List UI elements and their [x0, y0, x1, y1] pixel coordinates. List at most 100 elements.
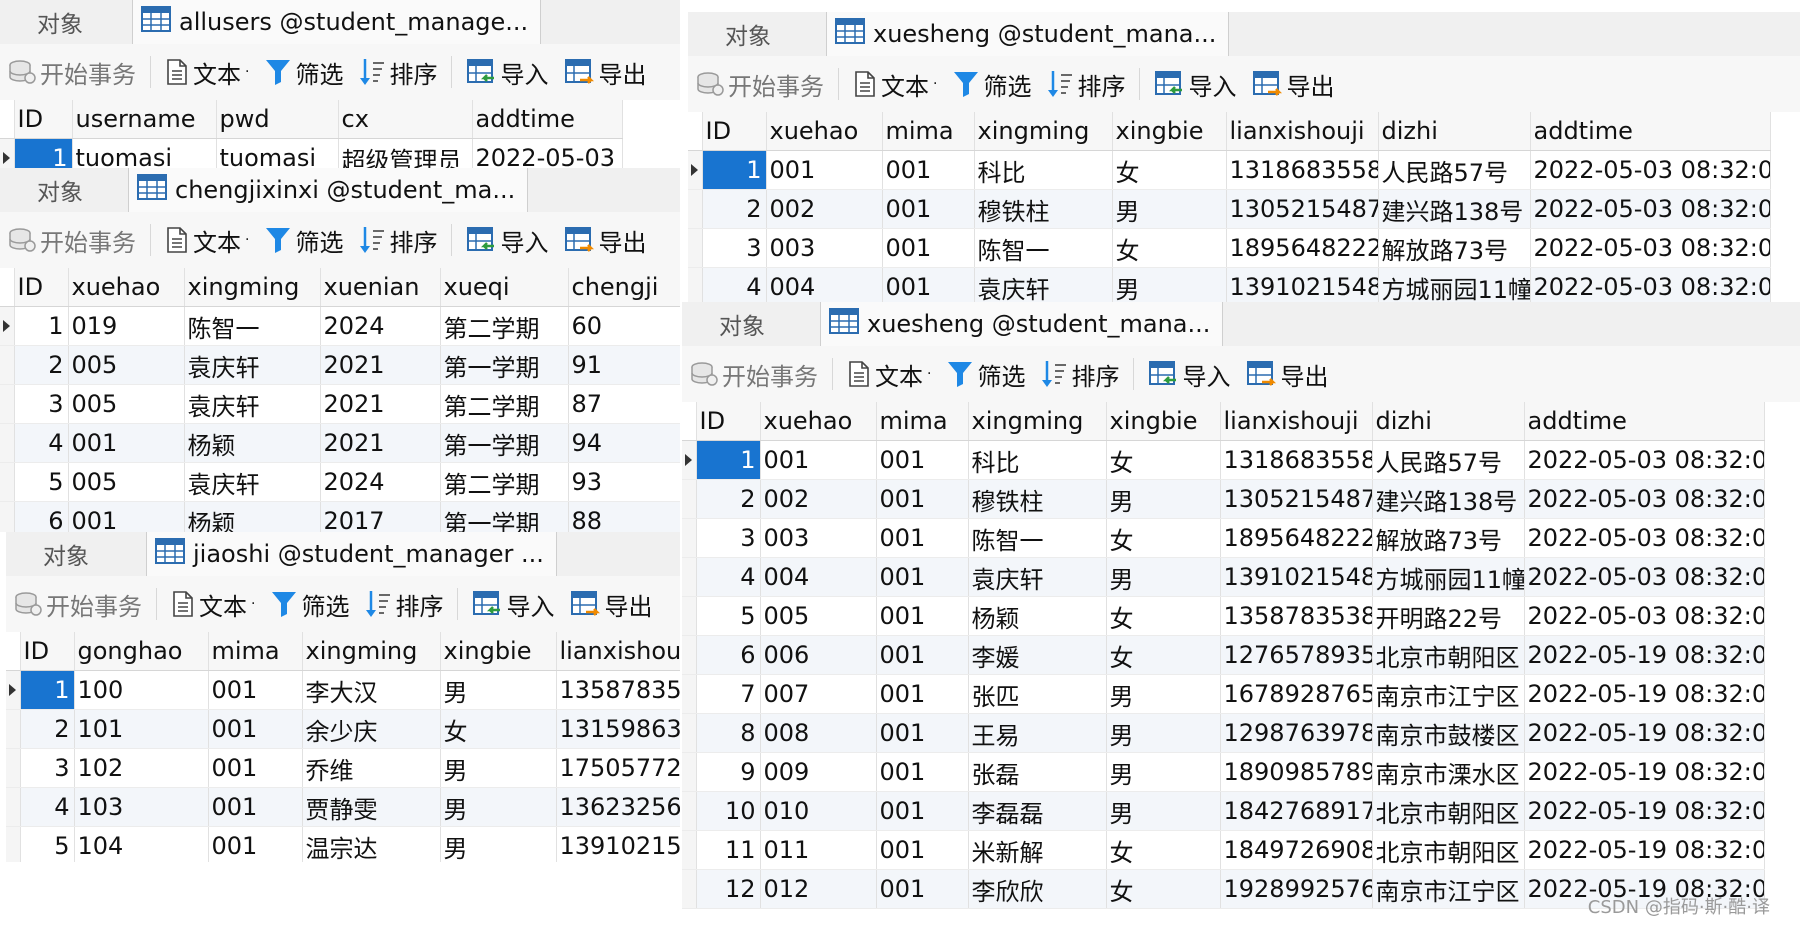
table-row[interactable]: 6006001李媛女12765789352北京市朝阳区2022-05-19 08… — [682, 635, 1765, 675]
cell-dizhi[interactable]: 南京市溧水区 — [1372, 752, 1525, 792]
cell-xingming[interactable]: 科比 — [974, 150, 1113, 190]
cell-id[interactable]: 1 — [702, 150, 767, 190]
tab-jiaoshi[interactable]: jiaoshi @student_manager ... — [146, 532, 557, 576]
cell-xingbie[interactable]: 男 — [440, 787, 557, 827]
cell-xingbie[interactable]: 男 — [1112, 189, 1227, 229]
table-row[interactable]: 8008001王易男12987639789南京市鼓楼区2022-05-19 08… — [682, 713, 1765, 753]
cell-xuehao[interactable]: 001 — [68, 501, 185, 532]
cell-xingming[interactable]: 王易 — [968, 713, 1107, 753]
column-header-xingming[interactable]: xingming — [974, 112, 1113, 151]
cell-mima[interactable]: 001 — [876, 596, 969, 636]
filter-button[interactable]: 筛选 — [257, 218, 351, 262]
cell-id[interactable]: 1 — [20, 670, 75, 710]
export-button[interactable]: 导出 — [556, 218, 654, 262]
cell-xingbie[interactable]: 女 — [1106, 635, 1221, 675]
import-button[interactable]: 导入 — [464, 582, 562, 626]
cell-cx[interactable]: 超级管理员 — [338, 138, 473, 168]
row-selector[interactable] — [688, 189, 703, 229]
cell-mima[interactable]: 001 — [208, 670, 303, 710]
cell-xuehao[interactable]: 001 — [68, 423, 185, 463]
cell-lianxishouji[interactable]: 16789287654 — [1220, 674, 1373, 714]
row-selector[interactable] — [682, 518, 697, 558]
cell-xuehao[interactable]: 010 — [760, 791, 877, 831]
cell-xuehao[interactable]: 012 — [760, 869, 877, 909]
cell-xingming[interactable]: 李大汉 — [302, 670, 441, 710]
column-header-pwd[interactable]: pwd — [216, 100, 339, 139]
table-row[interactable]: 10010001李磊磊男18427689171北京市朝阳区2022-05-19 … — [682, 791, 1765, 831]
cell-id[interactable]: 2 — [20, 709, 75, 749]
table-row[interactable]: 1 019 陈智一 2024 第二学期 60 — [0, 306, 680, 346]
cell-xingming[interactable]: 余少庆 — [302, 709, 441, 749]
cell-xingming[interactable]: 张匹 — [968, 674, 1107, 714]
export-button[interactable]: 导出 — [562, 582, 660, 626]
row-selector[interactable] — [6, 709, 21, 749]
cell-lianxishouji[interactable]: 13587835380 — [1220, 596, 1373, 636]
cell-lianxishouji[interactable]: 18427689171 — [1220, 791, 1373, 831]
cell-id[interactable]: 2 — [702, 189, 767, 229]
cell-mima[interactable]: 001 — [876, 713, 969, 753]
table-row[interactable]: 1 tuomasi tuomasi 超级管理员 2022-05-03 0 — [0, 138, 623, 168]
cell-addtime[interactable]: 2022-05-19 08:32:00 — [1524, 713, 1765, 753]
table-row[interactable]: 2 101 001 余少庆女 13159863 — [6, 709, 680, 749]
cell-id[interactable]: 3 — [20, 748, 75, 788]
cell-xuehao[interactable]: 005 — [68, 462, 185, 502]
table-row[interactable]: 11011001米新解女18497269081北京市朝阳区2022-05-19 … — [682, 830, 1765, 870]
cell-xingbie[interactable]: 女 — [1106, 440, 1221, 480]
cell-xingming[interactable]: 袁庆轩 — [974, 267, 1113, 302]
column-header-username[interactable]: username — [72, 100, 217, 139]
cell-xingming[interactable]: 张磊 — [968, 752, 1107, 792]
row-selector[interactable] — [0, 384, 15, 424]
cell-dizhi[interactable]: 解放路73号 — [1378, 228, 1531, 268]
column-header-id[interactable]: ID — [14, 100, 73, 139]
cell-xuenian[interactable]: 2021 — [320, 423, 441, 463]
column-header-id[interactable]: ID — [702, 112, 767, 151]
row-selector[interactable] — [682, 869, 697, 909]
cell-xingming[interactable]: 袁庆轩 — [968, 557, 1107, 597]
cell-id[interactable]: 6 — [14, 501, 69, 532]
cell-xingbie[interactable]: 男 — [1106, 557, 1221, 597]
cell-xuenian[interactable]: 2024 — [320, 306, 441, 346]
column-header-xuehao[interactable]: xuehao — [766, 112, 883, 151]
cell-xingbie[interactable]: 男 — [1106, 752, 1221, 792]
cell-addtime[interactable]: 2022-05-03 08:32:06 — [1524, 557, 1765, 597]
cell-addtime[interactable]: 2022-05-03 08:32:06 — [1524, 518, 1765, 558]
cell-xingbie[interactable]: 男 — [1106, 713, 1221, 753]
cell-xueqi[interactable]: 第一学期 — [440, 423, 569, 463]
column-header-addtime[interactable]: addtime — [1524, 402, 1765, 441]
cell-dizhi[interactable]: 北京市朝阳区 — [1372, 635, 1525, 675]
text-button[interactable]: 文本 · — [839, 352, 939, 396]
cell-mima[interactable]: 001 — [208, 787, 303, 827]
cell-xuehao[interactable]: 005 — [68, 345, 185, 385]
column-header-addtime[interactable]: addtime — [1530, 112, 1771, 151]
cell-dizhi[interactable]: 建兴路138号 — [1378, 189, 1531, 229]
cell-xingming[interactable]: 袁庆轩 — [184, 345, 321, 385]
cell-xuehao[interactable]: 008 — [760, 713, 877, 753]
cell-addtime[interactable]: 2022-05-03 08:32:06 — [1524, 440, 1765, 480]
filter-button[interactable]: 筛选 — [257, 50, 351, 94]
cell-id[interactable]: 10 — [696, 791, 761, 831]
cell-mima[interactable]: 001 — [876, 674, 969, 714]
cell-xuehao[interactable]: 004 — [766, 267, 883, 302]
cell-xuehao[interactable]: 005 — [760, 596, 877, 636]
begin-transaction-button[interactable]: 开始事务 — [0, 50, 144, 94]
cell-lianxishouji[interactable]: 13186835580 — [1220, 440, 1373, 480]
cell-chengji[interactable]: 94 — [568, 423, 680, 463]
cell-lianxishouji[interactable]: 12765789352 — [1220, 635, 1373, 675]
cell-xingming[interactable]: 米新解 — [968, 830, 1107, 870]
import-button[interactable]: 导入 — [1140, 352, 1238, 396]
cell-id[interactable]: 2 — [14, 345, 69, 385]
cell-mima[interactable]: 001 — [876, 557, 969, 597]
cell-xingming[interactable]: 陈智一 — [974, 228, 1113, 268]
current-row-indicator[interactable] — [688, 150, 703, 190]
table-row[interactable]: 1001001科比女13186835580人民路57号2022-05-03 08… — [688, 150, 1771, 190]
cell-xuehao[interactable]: 003 — [766, 228, 883, 268]
cell-id[interactable]: 1 — [14, 306, 69, 346]
cell-lianxishouji[interactable]: 18497269081 — [1220, 830, 1373, 870]
cell-chengji[interactable]: 91 — [568, 345, 680, 385]
cell-dizhi[interactable]: 建兴路138号 — [1372, 479, 1525, 519]
row-selector[interactable] — [682, 830, 697, 870]
cell-addtime[interactable]: 2022-05-19 08:32:00 — [1524, 791, 1765, 831]
cell-mima[interactable]: 001 — [882, 150, 975, 190]
cell-lianxishouji[interactable]: 18956482221 — [1220, 518, 1373, 558]
tab-objects[interactable]: 对象 — [0, 168, 120, 212]
